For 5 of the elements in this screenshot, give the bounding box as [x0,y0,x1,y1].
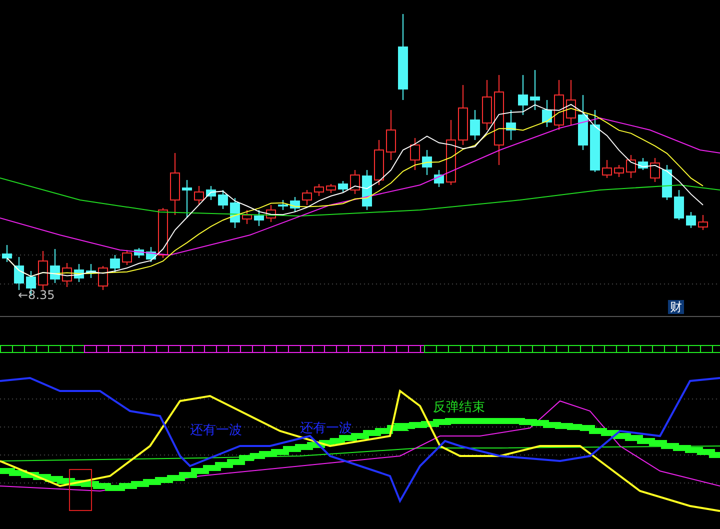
finance-badge[interactable]: 财 [668,300,684,314]
signal-label: 反弹结束 [433,401,485,414]
signal-label: 还有一波 [190,424,242,437]
low-price-label: ←8.35 [18,289,55,301]
signal-label: 还有一波 [300,422,352,435]
